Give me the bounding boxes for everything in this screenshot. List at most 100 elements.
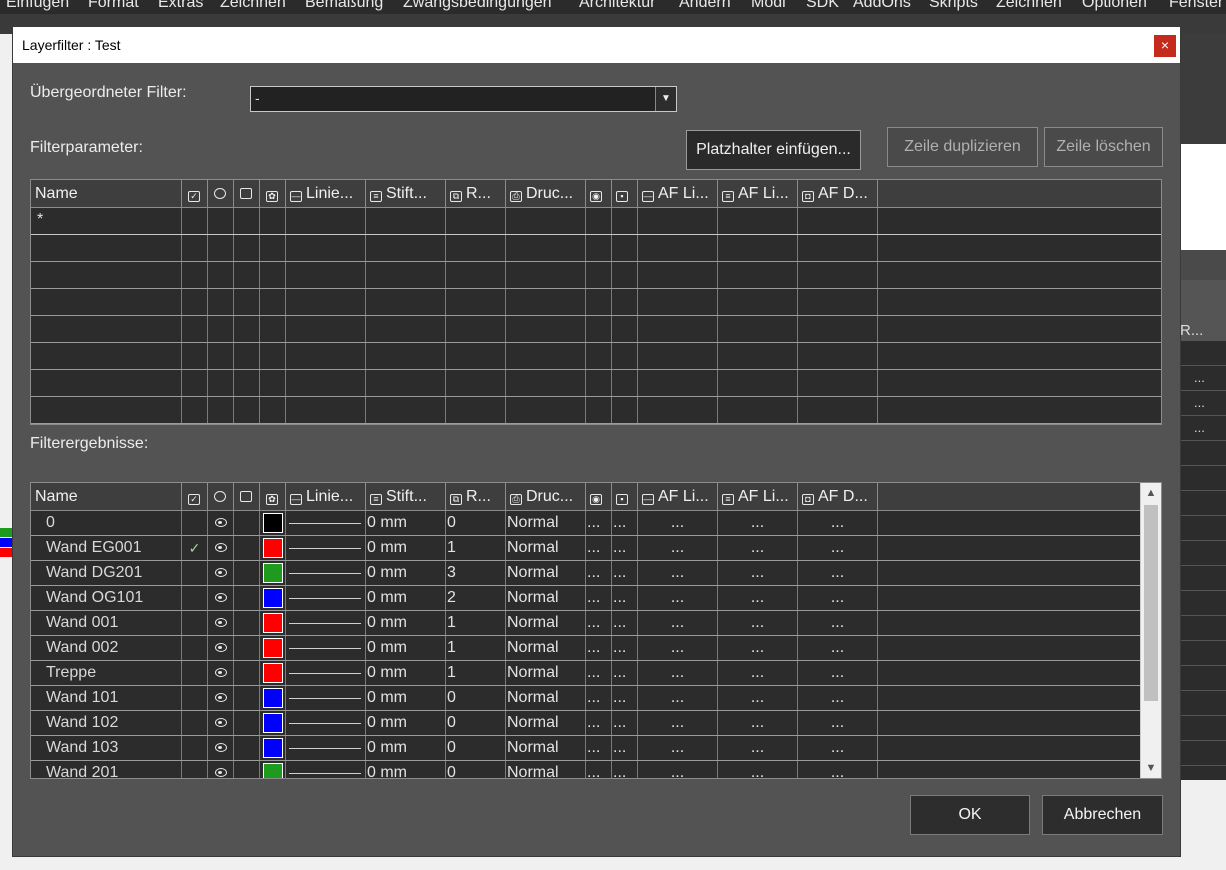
grid-cell[interactable] bbox=[286, 316, 366, 342]
grid-cell-on[interactable] bbox=[182, 586, 208, 610]
grid-cell[interactable] bbox=[446, 316, 506, 342]
grid-cell[interactable] bbox=[718, 343, 798, 369]
column-header-r[interactable]: ⧉ R... bbox=[446, 180, 506, 207]
grid-cell[interactable] bbox=[718, 262, 798, 288]
grid-cell-pen[interactable]: 0 mm bbox=[366, 561, 446, 585]
grid-cell-print[interactable]: Normal bbox=[506, 736, 586, 760]
grid-cell-color[interactable] bbox=[260, 636, 286, 660]
column-header-pen[interactable]: ≡ Stift... bbox=[366, 483, 446, 510]
grid-cell-visible[interactable] bbox=[208, 611, 234, 635]
ok-button[interactable]: OK bbox=[910, 795, 1030, 835]
grid-cell-linetype[interactable] bbox=[286, 686, 366, 710]
grid-cell[interactable] bbox=[234, 397, 260, 423]
grid-cell-name[interactable]: 0 bbox=[31, 511, 182, 535]
color-swatch[interactable] bbox=[263, 763, 283, 778]
column-header-c1[interactable]: ◉ bbox=[586, 483, 612, 510]
grid-cell-af1[interactable]: ... bbox=[638, 636, 718, 660]
grid-cell-linetype[interactable] bbox=[286, 561, 366, 585]
grid-cell-c1[interactable]: ... bbox=[586, 586, 612, 610]
table-row[interactable] bbox=[31, 235, 1161, 262]
column-header-name[interactable]: Name bbox=[31, 483, 182, 510]
grid-cell[interactable] bbox=[586, 208, 612, 234]
grid-cell[interactable] bbox=[506, 289, 586, 315]
grid-cell[interactable] bbox=[798, 235, 878, 261]
grid-cell[interactable] bbox=[446, 343, 506, 369]
column-header-af3[interactable]: ◘ AF D... bbox=[798, 180, 878, 207]
grid-cell[interactable] bbox=[208, 208, 234, 234]
grid-cell[interactable] bbox=[638, 316, 718, 342]
table-row[interactable]: Treppe 0 mm 1 Normal............... bbox=[31, 661, 1161, 686]
grid-cell-c1[interactable]: ... bbox=[586, 761, 612, 778]
grid-cell[interactable] bbox=[718, 208, 798, 234]
column-header-locked[interactable] bbox=[234, 180, 260, 207]
grid-cell-af1[interactable]: ... bbox=[638, 586, 718, 610]
grid-cell-visible[interactable] bbox=[208, 586, 234, 610]
grid-cell[interactable] bbox=[366, 289, 446, 315]
grid-cell-print[interactable]: Normal bbox=[506, 761, 586, 778]
grid-cell[interactable] bbox=[718, 316, 798, 342]
grid-cell-linetype[interactable] bbox=[286, 536, 366, 560]
grid-cell-print[interactable]: Normal bbox=[506, 636, 586, 660]
grid-cell[interactable] bbox=[798, 316, 878, 342]
grid-cell-pen[interactable]: 0 mm bbox=[366, 661, 446, 685]
grid-cell[interactable] bbox=[182, 235, 208, 261]
grid-cell-name[interactable]: Wand DG201 bbox=[31, 561, 182, 585]
grid-cell[interactable] bbox=[798, 262, 878, 288]
grid-cell-pen[interactable]: 0 mm bbox=[366, 536, 446, 560]
grid-cell[interactable] bbox=[260, 235, 286, 261]
grid-cell-locked[interactable] bbox=[234, 586, 260, 610]
grid-cell[interactable] bbox=[612, 208, 638, 234]
table-row[interactable]: Wand 002 0 mm 1 Normal............... bbox=[31, 636, 1161, 661]
app-menu-item[interactable]: Fenster bbox=[1169, 0, 1223, 12]
grid-cell[interactable] bbox=[31, 289, 182, 315]
grid-cell[interactable] bbox=[260, 343, 286, 369]
grid-cell-name[interactable]: Wand 001 bbox=[31, 611, 182, 635]
grid-cell[interactable] bbox=[234, 262, 260, 288]
grid-cell[interactable] bbox=[586, 316, 612, 342]
grid-cell[interactable] bbox=[182, 343, 208, 369]
grid-cell-af2[interactable]: ... bbox=[718, 686, 798, 710]
color-swatch[interactable] bbox=[263, 613, 283, 633]
grid-cell-af2[interactable]: ... bbox=[718, 611, 798, 635]
grid-cell-pen[interactable]: 0 mm bbox=[366, 586, 446, 610]
column-header-af2[interactable]: ≡ AF Li... bbox=[718, 180, 798, 207]
grid-cell-locked[interactable] bbox=[234, 511, 260, 535]
app-menu-item[interactable]: Extras bbox=[158, 0, 203, 12]
grid-cell-af1[interactable]: ... bbox=[638, 661, 718, 685]
grid-cell[interactable] bbox=[718, 397, 798, 423]
delete-row-button[interactable]: Zeile löschen bbox=[1044, 127, 1163, 167]
column-header-visible[interactable] bbox=[208, 483, 234, 510]
grid-cell[interactable] bbox=[798, 370, 878, 396]
column-header-locked[interactable] bbox=[234, 483, 260, 510]
results-scrollbar[interactable]: ▲ ▼ bbox=[1140, 483, 1161, 778]
grid-cell-af3[interactable]: ... bbox=[798, 711, 878, 735]
app-menu-item[interactable]: Bemaßung bbox=[305, 0, 383, 12]
grid-cell[interactable] bbox=[208, 370, 234, 396]
grid-cell-linetype[interactable] bbox=[286, 511, 366, 535]
grid-cell[interactable] bbox=[638, 235, 718, 261]
grid-cell[interactable] bbox=[31, 262, 182, 288]
grid-cell-c2[interactable]: ... bbox=[612, 636, 638, 660]
table-row[interactable]: Wand 103 0 mm 0 Normal............... bbox=[31, 736, 1161, 761]
app-menu-item[interactable]: Modi bbox=[751, 0, 786, 12]
table-row[interactable]: Wand 101 0 mm 0 Normal............... bbox=[31, 686, 1161, 711]
grid-cell[interactable] bbox=[260, 316, 286, 342]
grid-cell-name[interactable]: Wand 101 bbox=[31, 686, 182, 710]
grid-cell-af1[interactable]: ... bbox=[638, 611, 718, 635]
grid-cell-name[interactable]: Wand 002 bbox=[31, 636, 182, 660]
grid-cell-linetype[interactable] bbox=[286, 711, 366, 735]
grid-cell[interactable] bbox=[208, 235, 234, 261]
scroll-down-icon[interactable]: ▼ bbox=[1141, 758, 1161, 778]
close-button[interactable]: × bbox=[1154, 35, 1176, 57]
parent-filter-select[interactable]: - ▼ bbox=[250, 86, 677, 112]
grid-cell[interactable] bbox=[638, 289, 718, 315]
grid-cell-pen[interactable]: 0 mm bbox=[366, 761, 446, 778]
grid-cell[interactable] bbox=[506, 343, 586, 369]
grid-cell-on[interactable] bbox=[182, 711, 208, 735]
cancel-button[interactable]: Abbrechen bbox=[1042, 795, 1163, 835]
column-header-color[interactable]: ✿ bbox=[260, 483, 286, 510]
grid-cell-linetype[interactable] bbox=[286, 661, 366, 685]
app-menu-item[interactable]: Optionen bbox=[1082, 0, 1147, 12]
column-header-c2[interactable]: ▪ bbox=[612, 180, 638, 207]
grid-cell-color[interactable] bbox=[260, 736, 286, 760]
